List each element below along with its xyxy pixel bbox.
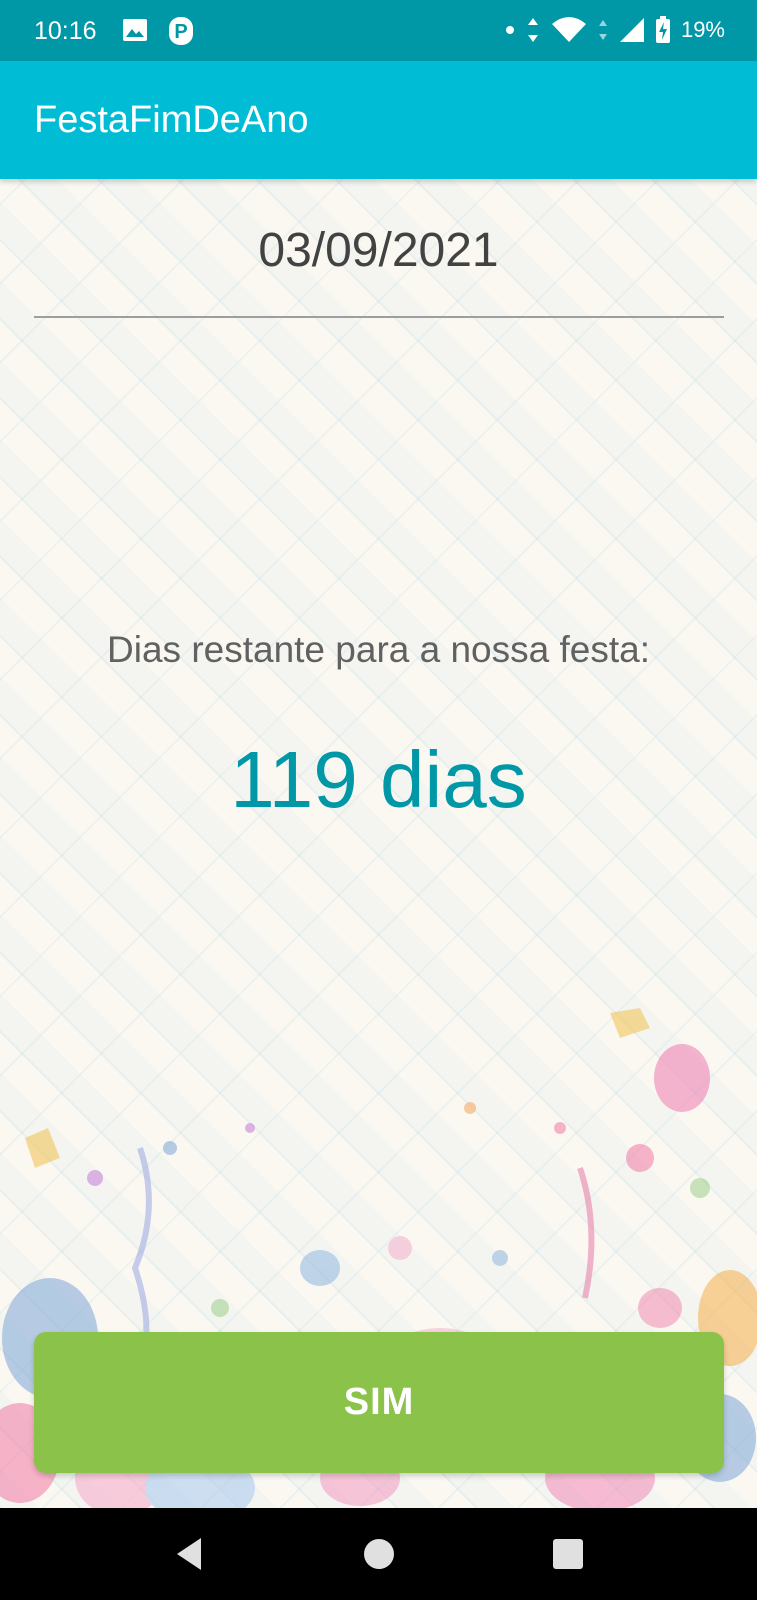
- countdown-label: Dias restante para a nossa festa:: [107, 629, 650, 670]
- data-arrows-icon: [527, 18, 538, 42]
- date-underline: [34, 316, 724, 318]
- main-content: 03/09/2021 Dias restante para a nossa fe…: [0, 179, 757, 1508]
- data-arrows-icon-2: [598, 20, 607, 40]
- wifi-icon: [551, 17, 586, 42]
- status-time: 10:16: [34, 17, 97, 45]
- signal-icon: [619, 18, 644, 42]
- parking-icon: P: [169, 17, 193, 45]
- status-bar: 10:16 P 19%: [0, 0, 757, 61]
- home-icon[interactable]: [359, 1534, 399, 1574]
- countdown-value: 119 dias: [230, 735, 527, 824]
- image-icon: [123, 19, 147, 41]
- sim-button[interactable]: SIM: [34, 1332, 724, 1473]
- back-icon[interactable]: [169, 1534, 209, 1574]
- app-title: FestaFimDeAno: [34, 99, 309, 141]
- battery-charging-icon: [655, 16, 670, 43]
- dot-icon: [505, 26, 514, 34]
- navigation-bar: [0, 1508, 757, 1600]
- recents-icon[interactable]: [548, 1534, 588, 1574]
- date-display[interactable]: 03/09/2021: [0, 223, 757, 278]
- status-right-group: 19%: [505, 16, 725, 44]
- svg-text:P: P: [174, 21, 187, 43]
- battery-percent: 19%: [680, 17, 725, 42]
- app-bar: FestaFimDeAno: [0, 61, 757, 179]
